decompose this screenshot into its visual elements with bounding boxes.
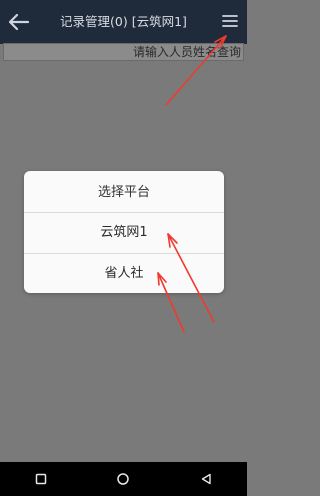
option-shengrenshe[interactable]: 省人社 bbox=[24, 254, 224, 293]
search-input[interactable]: 请输入人员姓名查询 bbox=[3, 43, 244, 61]
back-button[interactable] bbox=[6, 9, 32, 35]
back-triangle-icon bbox=[201, 473, 211, 485]
page-title: 记录管理(0) [云筑网1] bbox=[60, 14, 187, 29]
menu-button[interactable] bbox=[220, 11, 240, 31]
recent-apps-button[interactable] bbox=[29, 469, 53, 489]
system-nav-bar bbox=[0, 462, 247, 496]
app-bar: 记录管理(0) [云筑网1] bbox=[0, 0, 247, 44]
dialog-title: 选择平台 bbox=[24, 171, 224, 213]
recent-apps-icon bbox=[35, 473, 47, 485]
home-icon bbox=[117, 473, 130, 485]
menu-icon bbox=[222, 15, 238, 27]
option-yunzhuwang[interactable]: 云筑网1 bbox=[24, 213, 224, 254]
system-back-button[interactable] bbox=[194, 469, 218, 489]
platform-dialog: 选择平台 云筑网1 省人社 bbox=[24, 171, 224, 293]
home-button[interactable] bbox=[111, 469, 135, 489]
back-arrow-icon bbox=[8, 13, 30, 31]
